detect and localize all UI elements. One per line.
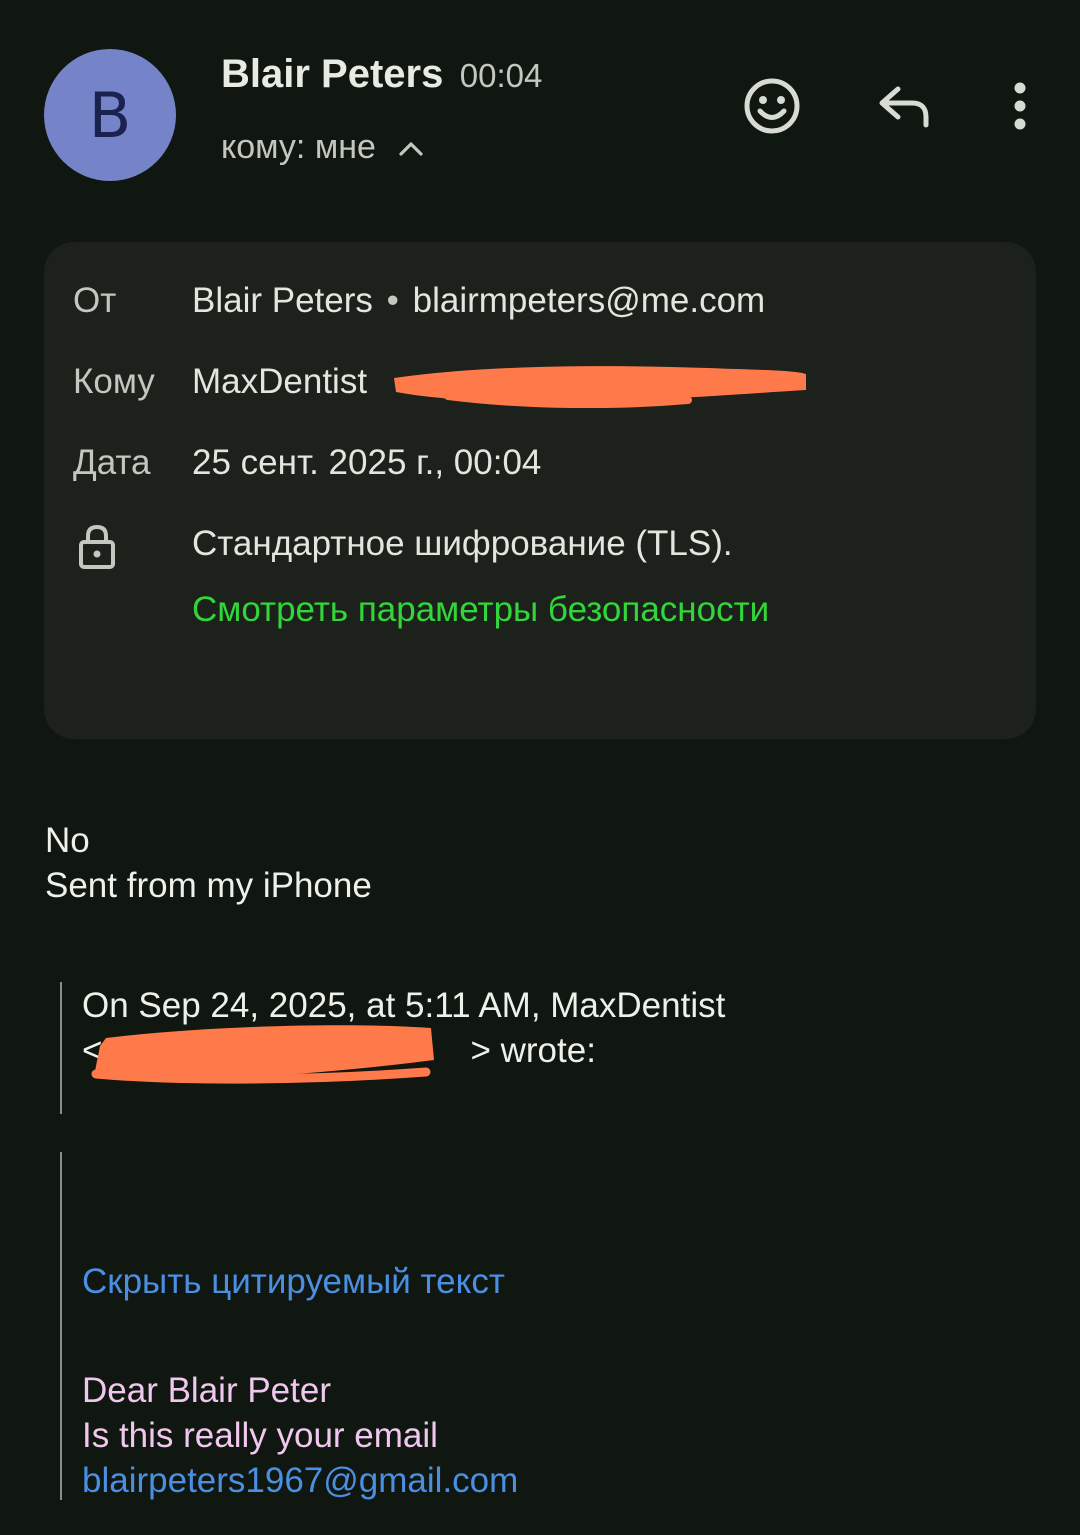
message-body: No Sent from my iPhone xyxy=(45,818,372,908)
from-name: Blair Peters xyxy=(192,281,373,320)
hide-quoted-text-link[interactable]: Скрыть цитируемый текст xyxy=(82,1262,505,1302)
quote-bar xyxy=(60,982,62,1114)
signature-line: Sent from my iPhone xyxy=(45,866,372,905)
redaction-scribble xyxy=(91,1025,434,1084)
encryption-text: Стандартное шифрование (TLS). xyxy=(192,524,733,563)
quoted-greeting: Dear Blair Peter xyxy=(82,1371,331,1410)
email-view: B Blair Peters 00:04 кому: мне От Blair … xyxy=(0,0,1080,1535)
lock-icon xyxy=(78,524,116,570)
date-value: 25 сент. 2025 г., 00:04 xyxy=(192,443,542,482)
wrote-text: > wrote: xyxy=(470,1031,596,1070)
redaction-scribble xyxy=(394,366,806,408)
to-label: Кому xyxy=(73,362,155,401)
quoted-message: Dear Blair Peter Is this really your ema… xyxy=(82,1368,518,1503)
to-value[interactable]: MaxDentist xyxy=(192,362,367,402)
avatar[interactable]: B xyxy=(44,49,176,181)
message-time: 00:04 xyxy=(459,57,543,94)
smiley-icon[interactable] xyxy=(740,74,804,138)
separator-dot: • xyxy=(386,281,399,320)
security-settings-link[interactable]: Смотреть параметры безопасности xyxy=(192,590,769,630)
more-vert-icon[interactable] xyxy=(1000,74,1040,138)
sender-line: Blair Peters 00:04 xyxy=(221,52,542,97)
from-value: Blair Peters • blairmpeters@me.com xyxy=(192,281,765,321)
body-line: No xyxy=(45,821,90,860)
from-label: От xyxy=(73,281,117,320)
quoted-question: Is this really your email xyxy=(82,1416,438,1455)
recipient-summary: кому: мне xyxy=(221,128,376,166)
from-email[interactable]: blairmpeters@me.com xyxy=(413,281,766,320)
reply-icon[interactable] xyxy=(872,78,936,134)
avatar-letter: B xyxy=(88,78,132,152)
recipient-toggle[interactable]: кому: мне xyxy=(221,128,424,167)
quoted-email-link[interactable]: blairpeters1967@gmail.com xyxy=(82,1458,518,1503)
sender-name[interactable]: Blair Peters xyxy=(221,52,443,96)
chevron-up-icon[interactable] xyxy=(398,139,424,157)
quote-bar xyxy=(60,1152,62,1500)
date-label: Дата xyxy=(73,443,151,482)
